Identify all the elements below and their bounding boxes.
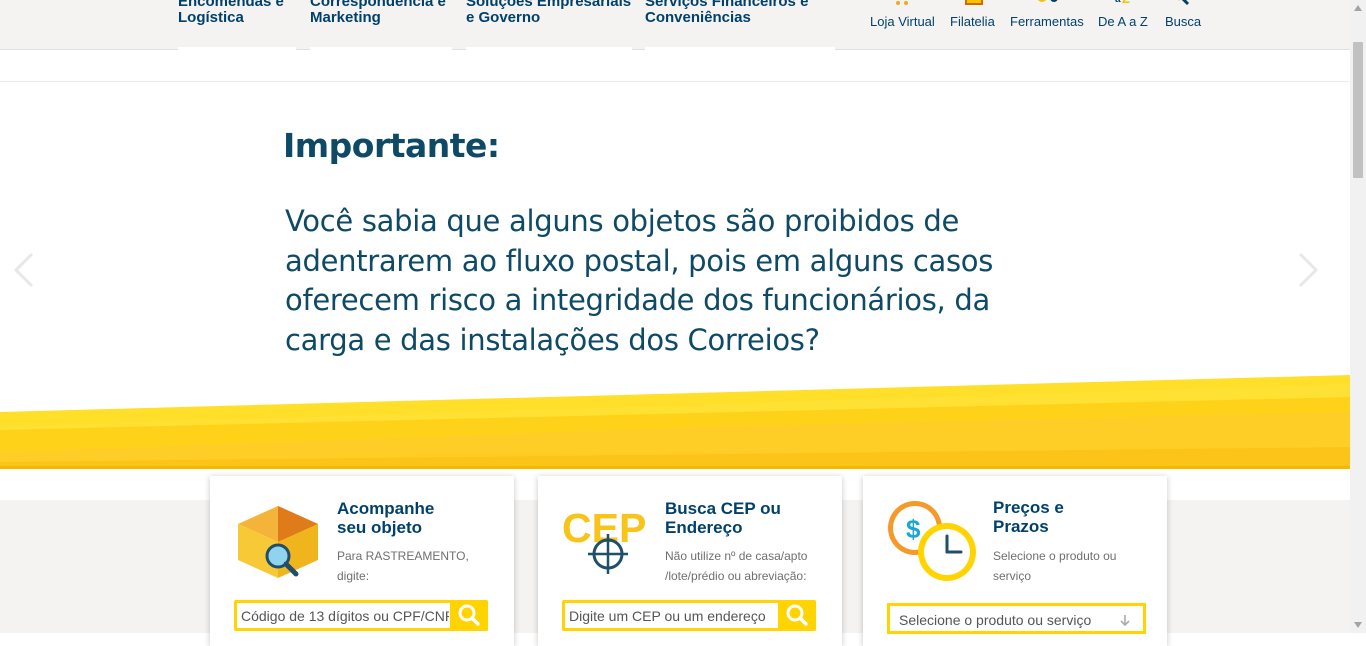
card-desc-line1: Para RASTREAMENTO, [337, 549, 469, 563]
nav-icon-label: Ferramentas [1010, 14, 1084, 29]
card-desc-line2: digite: [337, 569, 370, 583]
card-rastreamento: Acompanhe seu objeto Para RASTREAMENTO, … [210, 476, 514, 646]
product-select[interactable]: Selecione o produto ou serviço [887, 603, 1146, 634]
nav-icon-label: Filatelia [950, 14, 995, 29]
nav-solucoes-empresariais[interactable]: Soluções Empresariais e Governo [466, 0, 631, 26]
tracking-input[interactable] [241, 606, 449, 626]
svg-text:a: a [1115, 0, 1121, 5]
nav-servicos-financeiros[interactable]: Serviços Financeiros e Conveniências [645, 0, 808, 26]
card-description: Não utilize nº de casa/apto /lote/prédio… [665, 546, 807, 586]
card-title: Preços e Prazos [993, 498, 1064, 536]
card-title-line2: Prazos [993, 517, 1049, 536]
tracking-search-box [234, 600, 488, 631]
cep-search-button[interactable] [778, 600, 816, 631]
scroll-down-icon[interactable] [1354, 622, 1362, 628]
arrow-down-icon [1120, 615, 1130, 626]
cep-target-icon: CEP [562, 505, 646, 574]
search-icon [1177, 0, 1190, 6]
cart-icon [896, 1, 908, 5]
tracking-search-button[interactable] [450, 600, 488, 631]
stamp-icon [965, 0, 983, 5]
card-description: Selecione o produto ou serviço [993, 546, 1116, 586]
nav-icon-label: De A a Z [1098, 14, 1148, 29]
card-desc-line1: Não utilize nº de casa/apto [665, 549, 808, 563]
card-title: Busca CEP ou Endereço [665, 499, 781, 537]
card-precos-prazos: $ Preços e Prazos Selecione o produto ou… [863, 476, 1167, 646]
money-clock-icon: $ [888, 501, 976, 581]
nav-label-line2: e Governo [466, 9, 541, 26]
page-scrollbar[interactable] [1350, 0, 1366, 633]
money-icon-text: $ [906, 514, 921, 544]
card-title-line1: Preços e [993, 498, 1064, 517]
card-title-line1: Busca CEP ou [665, 499, 781, 518]
card-title: Acompanhe seu objeto [337, 499, 434, 537]
top-navigation-bar: Encomendas e Logística Correspondência e… [0, 0, 1350, 50]
nav-label-line2: Marketing [310, 9, 381, 26]
card-busca-cep: CEP Busca CEP ou Endereço Não utilize nº… [538, 476, 842, 646]
card-title-line2: Endereço [665, 518, 743, 537]
card-desc-line2: /lote/prédio ou abreviação: [665, 569, 807, 583]
hero-title: Importante: [283, 126, 500, 165]
nav-label-line2: Conveniências [645, 9, 751, 26]
hero-text: Você sabia que alguns objetos são proibi… [285, 204, 994, 357]
product-select-value: Selecione o produto ou serviço [899, 612, 1092, 628]
hero-banner: Importante: Você sabia que alguns objeto… [0, 82, 1350, 500]
scrollbar-thumb[interactable] [1353, 42, 1363, 178]
az-icon: a Z [1115, 0, 1130, 6]
nav-icon-label: Busca [1165, 14, 1202, 29]
scroll-up-icon[interactable] [1354, 5, 1362, 11]
gears-icon [1038, 0, 1058, 2]
card-description: Para RASTREAMENTO, digite: [337, 546, 469, 586]
search-icon [458, 604, 480, 626]
nav-correspondencia-marketing[interactable]: Correspondência e Marketing [310, 0, 446, 26]
card-desc-line1: Selecione o produto ou [993, 549, 1117, 563]
header-spacer [0, 50, 1350, 82]
carousel-prev-arrow-icon[interactable] [10, 250, 40, 290]
nav-encomendas-logistica[interactable]: Encomendas e Logística [178, 0, 284, 26]
cep-icon-text: CEP [562, 505, 646, 551]
nav-icon-label: Loja Virtual [870, 14, 935, 29]
card-title-line1: Acompanhe [337, 499, 435, 518]
svg-text:Z: Z [1122, 0, 1130, 6]
nav-label-line2: Logística [178, 9, 244, 26]
card-desc-line2: serviço [993, 569, 1032, 583]
carousel-next-arrow-icon[interactable] [1292, 250, 1322, 290]
cep-input[interactable] [569, 606, 777, 626]
cep-search-box [562, 600, 816, 631]
search-icon [786, 604, 808, 626]
box-search-icon [238, 506, 318, 578]
card-title-line2: seu objeto [337, 518, 423, 537]
